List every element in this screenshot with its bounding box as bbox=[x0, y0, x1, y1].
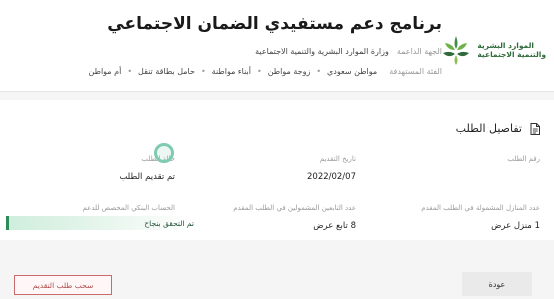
program-title: برنامج دعم مستفيدي الضمان الاجتماعي bbox=[107, 14, 442, 34]
category-item: مواطن سعودي bbox=[327, 67, 378, 76]
back-button[interactable]: عودة bbox=[462, 272, 532, 296]
housing-count-value[interactable]: 1 منزل عرض bbox=[421, 221, 540, 231]
category-item: حامل بطاقة تنقل bbox=[138, 67, 195, 76]
housing-count-label: عدد المنازل المشمولة في الطلب المقدم bbox=[421, 204, 540, 212]
bank-account-field: الحساب البنكي المخصص للدعم bbox=[83, 204, 176, 212]
bank-account-status: تم التحقق بنجاح bbox=[144, 218, 194, 228]
logo-line-2: والتنمية الاجتماعية bbox=[477, 50, 546, 59]
request-number-field: رقم الطلب bbox=[507, 155, 540, 172]
ministry-emblem-icon bbox=[443, 36, 470, 65]
request-status-value: تم تقديم الطلب bbox=[119, 172, 175, 182]
category-separator: • bbox=[200, 67, 206, 76]
supporting-entity-label: الجهة الداعمة bbox=[396, 47, 442, 56]
supporting-entity-row: الجهة الداعمة وزارة الموارد البشرية والت… bbox=[255, 47, 442, 56]
bank-account-verified-badge: تم التحقق بنجاح bbox=[6, 216, 194, 230]
category-item: أبناء مواطنة bbox=[211, 67, 251, 76]
status-indicator-ring bbox=[154, 143, 174, 163]
ministry-logo: الموارد البشرية والتنمية الاجتماعية bbox=[443, 32, 546, 68]
category-separator: • bbox=[127, 67, 133, 76]
request-date-label: تاريخ التقديم bbox=[319, 155, 356, 163]
category-separator: • bbox=[256, 67, 262, 76]
dependents-count-label: عدد التابعين المشمولين في الطلب المقدم bbox=[233, 204, 356, 212]
request-date-field: تاريخ التقديم 2022/02/07 bbox=[307, 155, 356, 182]
request-details-heading: تفاصيل الطلب bbox=[456, 122, 540, 135]
logo-text: الموارد البشرية والتنمية الاجتماعية bbox=[477, 41, 546, 59]
bank-account-label: الحساب البنكي المخصص للدعم bbox=[82, 204, 176, 212]
document-icon bbox=[530, 122, 540, 135]
request-number-label: رقم الطلب bbox=[507, 155, 540, 163]
program-header: الموارد البشرية والتنمية الاجتماعية برنا… bbox=[0, 0, 554, 92]
category-separator: • bbox=[316, 67, 322, 76]
housing-count-field: عدد المنازل المشمولة في الطلب المقدم 1 م… bbox=[421, 204, 540, 231]
request-date-value: 2022/02/07 bbox=[307, 172, 356, 182]
supporting-entity-value: وزارة الموارد البشرية والتنمية الاجتماعي… bbox=[255, 47, 389, 56]
dependents-count-field: عدد التابعين المشمولين في الطلب المقدم 8… bbox=[233, 204, 356, 231]
logo-line-1: الموارد البشرية bbox=[477, 41, 534, 50]
target-category-label: الفئة المستهدفة bbox=[389, 67, 442, 76]
category-item: أم مواطن bbox=[88, 67, 122, 76]
category-item: زوجة مواطن bbox=[267, 67, 311, 76]
withdraw-request-button[interactable]: سحب طلب التقديم bbox=[14, 275, 112, 295]
dependents-count-value[interactable]: 8 تابع عرض bbox=[233, 221, 356, 231]
target-category-row: الفئة المستهدفة مواطن سعودي • زوجة مواطن… bbox=[88, 67, 442, 76]
section-title: تفاصيل الطلب bbox=[455, 122, 522, 135]
